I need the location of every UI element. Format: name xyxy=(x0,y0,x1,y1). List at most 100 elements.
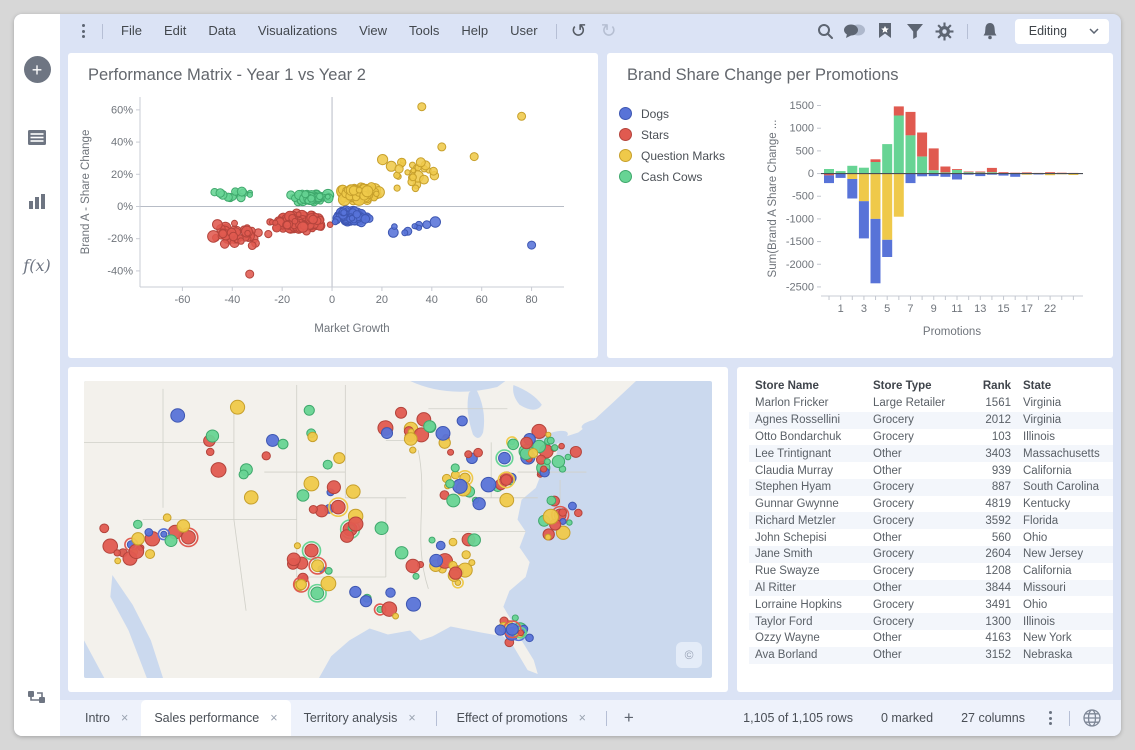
bar-panel[interactable]: Brand Share Change per Promotions DogsSt… xyxy=(607,53,1113,358)
table-row[interactable]: Stephen HyamGrocery887South Carolina xyxy=(749,479,1113,496)
bar-segment[interactable] xyxy=(859,174,869,202)
map-bubble[interactable] xyxy=(350,586,361,597)
map-bubble[interactable] xyxy=(308,432,318,441)
scatter-point[interactable] xyxy=(220,240,229,249)
map-bubble[interactable] xyxy=(304,476,319,490)
bar-segment[interactable] xyxy=(917,133,927,157)
map-bubble[interactable] xyxy=(413,573,419,579)
bar-segment[interactable] xyxy=(906,135,916,173)
bar-segment[interactable] xyxy=(894,106,904,115)
map-bubble[interactable] xyxy=(559,443,565,449)
map-bubble[interactable] xyxy=(499,452,511,463)
bar-segment[interactable] xyxy=(847,166,857,174)
tab-intro[interactable]: Intro× xyxy=(72,700,141,736)
map-bubble[interactable] xyxy=(244,491,258,504)
map-bubble[interactable] xyxy=(206,448,213,455)
scatter-point[interactable] xyxy=(438,143,446,151)
bar-segment[interactable] xyxy=(894,116,904,174)
editing-mode-dropdown[interactable]: Editing xyxy=(1015,19,1109,44)
map-panel[interactable]: © xyxy=(68,367,728,692)
tab-sales-performance[interactable]: Sales performance× xyxy=(141,700,290,736)
map-bubble[interactable] xyxy=(465,451,472,458)
scatter-point[interactable] xyxy=(309,215,318,224)
scatter-point[interactable] xyxy=(308,195,315,202)
scatter-point[interactable] xyxy=(232,220,238,226)
map-bubble[interactable] xyxy=(545,534,551,540)
map-bubble[interactable] xyxy=(132,533,145,545)
map-bubble[interactable] xyxy=(541,466,547,472)
map-bubble[interactable] xyxy=(360,596,371,607)
scatter-point[interactable] xyxy=(392,224,398,230)
visualization-types-button[interactable] xyxy=(27,192,47,210)
bar-segment[interactable] xyxy=(882,174,892,240)
map-bubble[interactable] xyxy=(211,463,226,478)
scatter-point[interactable] xyxy=(356,187,362,193)
bar-segment[interactable] xyxy=(882,144,892,174)
table-options-button[interactable] xyxy=(1039,711,1062,725)
map-bubble[interactable] xyxy=(239,470,248,479)
map-bubble[interactable] xyxy=(526,634,534,642)
filter-button[interactable] xyxy=(900,17,930,45)
bar-segment[interactable] xyxy=(894,174,904,217)
legend-item[interactable]: Stars xyxy=(619,124,765,145)
map-bubble[interactable] xyxy=(547,496,556,505)
bar-segment[interactable] xyxy=(952,170,962,174)
scatter-point[interactable] xyxy=(219,230,227,238)
language-button[interactable] xyxy=(1077,704,1107,732)
map-bubble[interactable] xyxy=(547,437,554,444)
scatter-point[interactable] xyxy=(394,185,400,191)
settings-button[interactable] xyxy=(930,17,960,45)
bar-segment[interactable] xyxy=(824,175,834,183)
map-bubble[interactable] xyxy=(145,529,153,537)
map-bubble[interactable] xyxy=(163,514,171,522)
scatter-point[interactable] xyxy=(341,210,347,216)
map-bubble[interactable] xyxy=(267,434,279,446)
map-bubble[interactable] xyxy=(393,613,399,619)
map-bubble[interactable] xyxy=(296,579,306,589)
column-count-text[interactable]: 27 columns xyxy=(961,711,1025,725)
table-row[interactable]: Agnes RosselliniGrocery2012Virginia xyxy=(749,412,1113,429)
map-bubble[interactable] xyxy=(182,531,196,544)
scatter-point[interactable] xyxy=(430,217,440,227)
map-bubble[interactable] xyxy=(559,509,567,517)
scatter-point[interactable] xyxy=(229,232,237,240)
scatter-point[interactable] xyxy=(410,174,417,181)
map-bubble[interactable] xyxy=(506,623,518,635)
map-bubble[interactable] xyxy=(331,500,345,513)
map-bubble[interactable] xyxy=(404,433,417,445)
close-icon[interactable]: × xyxy=(579,711,586,725)
add-visualization-button[interactable]: + xyxy=(24,56,51,83)
map-bubble[interactable] xyxy=(312,560,324,572)
map-bubble[interactable] xyxy=(381,428,392,439)
map-bubble[interactable] xyxy=(321,576,336,590)
map-bubble[interactable] xyxy=(552,455,564,467)
scatter-point[interactable] xyxy=(411,168,416,173)
scatter-point[interactable] xyxy=(208,231,220,243)
scatter-point[interactable] xyxy=(418,103,426,111)
close-icon[interactable]: × xyxy=(270,711,277,725)
scatter-point[interactable] xyxy=(273,220,278,225)
scatter-point[interactable] xyxy=(298,222,308,232)
scatter-point[interactable] xyxy=(402,230,408,236)
map-attribution-button[interactable]: © xyxy=(676,642,702,668)
scatter-point[interactable] xyxy=(378,155,388,165)
map-bubble[interactable] xyxy=(474,448,483,457)
scatter-point[interactable] xyxy=(265,231,272,238)
bar-segment[interactable] xyxy=(871,162,881,174)
functions-button[interactable]: f(x) xyxy=(23,256,50,275)
store-table-panel[interactable]: Store NameStore TypeRankState Marlon Fri… xyxy=(737,367,1113,692)
map-bubble[interactable] xyxy=(311,587,324,599)
map-bubble[interactable] xyxy=(114,550,120,556)
map-bubble[interactable] xyxy=(508,439,519,449)
map-bubble[interactable] xyxy=(570,446,581,457)
bar-segment[interactable] xyxy=(847,179,857,199)
menu-user[interactable]: User xyxy=(499,14,548,48)
scatter-point[interactable] xyxy=(245,230,251,236)
table-row[interactable]: Lorraine HopkinsGrocery3491Ohio xyxy=(749,596,1113,613)
map-canvas[interactable] xyxy=(84,381,712,678)
table-row[interactable]: Taylor FordGrocery1300Illinois xyxy=(749,613,1113,630)
map-bubble[interactable] xyxy=(375,522,388,535)
map-bubble[interactable] xyxy=(447,494,460,507)
map-bubble[interactable] xyxy=(305,544,318,557)
bar-segment[interactable] xyxy=(952,169,962,170)
